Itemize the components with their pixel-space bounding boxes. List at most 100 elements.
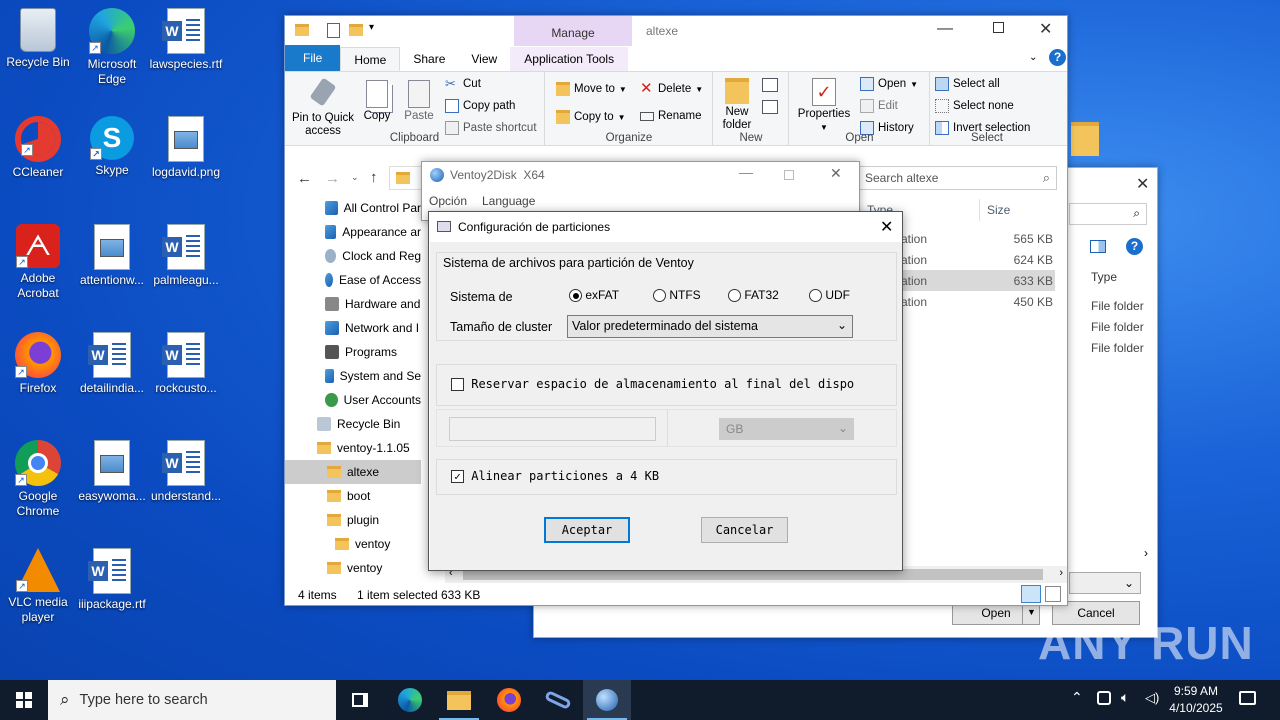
- taskbar-app[interactable]: [534, 680, 582, 720]
- address-bar[interactable]: [389, 166, 423, 190]
- radio-exfat[interactable]: exFAT: [569, 288, 619, 303]
- tab-application-tools[interactable]: Application Tools: [510, 47, 629, 71]
- delete-button[interactable]: ✕ Delete ▼: [640, 81, 703, 96]
- large-icons-view-button[interactable]: [1045, 586, 1061, 602]
- cancel-button[interactable]: Cancelar: [701, 517, 788, 543]
- new-folder-qa-icon[interactable]: [349, 24, 363, 36]
- copy-to-button[interactable]: Copy to ▼: [556, 110, 626, 124]
- nav-item-programs[interactable]: Programs: [285, 340, 421, 364]
- desktop-icon-firefox[interactable]: ↗ Firefox: [0, 332, 76, 396]
- desktop-icon-easywoma[interactable]: easywoma...: [74, 440, 150, 504]
- nav-item-ventoy[interactable]: ventoy: [285, 556, 421, 580]
- desktop-icon-adobe-acrobat[interactable]: ᗅ ↗ Adobe Acrobat: [0, 224, 76, 301]
- desktop-icon-palmleagu[interactable]: W palmleagu...: [148, 224, 224, 288]
- scroll-right-arrow[interactable]: ›: [1059, 567, 1063, 579]
- radio-fat32[interactable]: FAT32: [728, 288, 779, 303]
- clock-time[interactable]: 9:59 AM: [1169, 684, 1223, 698]
- desktop-icon-understand[interactable]: W understand...: [148, 440, 224, 504]
- nav-item-network[interactable]: Network and I: [285, 316, 421, 340]
- help-icon[interactable]: ?: [1126, 238, 1143, 255]
- radio-udf[interactable]: UDF: [809, 288, 850, 303]
- nav-item-hardware[interactable]: Hardware and: [285, 292, 421, 316]
- reserve-unit-select[interactable]: GB ⌄: [719, 418, 854, 440]
- bg-dialog-close-button[interactable]: ✕: [1136, 174, 1149, 194]
- speaker-icon[interactable]: 🔈︎: [1121, 689, 1129, 706]
- taskbar-ventoy[interactable]: [583, 680, 631, 720]
- minimize-button[interactable]: —: [937, 20, 953, 38]
- file-type-select[interactable]: ⌄: [1069, 572, 1141, 594]
- tab-view[interactable]: View: [458, 47, 510, 71]
- close-button[interactable]: ✕: [1039, 19, 1052, 39]
- taskbar-file-explorer[interactable]: [435, 680, 483, 720]
- desktop-icon-ccleaner[interactable]: ↗ CCleaner: [0, 116, 76, 180]
- desktop-icon-recycle-bin[interactable]: Recycle Bin: [0, 8, 76, 70]
- desktop-icon-vlc[interactable]: ↗ VLC media player: [0, 548, 76, 625]
- nav-item-recycle-bin[interactable]: Recycle Bin: [285, 412, 421, 436]
- nav-item-ease-of-access[interactable]: Ease of Access: [285, 268, 421, 292]
- show-hidden-icons-button[interactable]: ⌃: [1071, 689, 1083, 706]
- nav-item-ventoy-root[interactable]: ventoy-1.1.05: [285, 436, 421, 460]
- reserve-space-checkbox[interactable]: Reservar espacio de almacenamiento al fi…: [451, 377, 889, 391]
- paste-button[interactable]: Paste: [401, 80, 437, 123]
- nav-item-altexe[interactable]: altexe: [285, 460, 421, 484]
- reserve-size-input[interactable]: [449, 417, 656, 441]
- taskbar-edge[interactable]: [386, 680, 434, 720]
- customize-qa-icon[interactable]: ▾: [369, 22, 374, 33]
- easy-access-icon[interactable]: [762, 100, 778, 114]
- desktop-icon-skype[interactable]: S ↗ Skype: [74, 116, 150, 178]
- properties-qa-icon[interactable]: [327, 23, 340, 38]
- desktop-folder-icon[interactable]: [1071, 122, 1099, 156]
- preview-pane-icon[interactable]: [1090, 240, 1106, 253]
- align-4kb-checkbox[interactable]: ✓ Alinear particiones a 4 KB: [451, 469, 659, 483]
- radio-ntfs[interactable]: NTFS: [653, 288, 701, 303]
- edit-button[interactable]: Edit: [860, 99, 898, 113]
- open-button[interactable]: Open ▼: [860, 77, 918, 91]
- nav-item-plugin[interactable]: plugin: [285, 508, 421, 532]
- cut-button[interactable]: ✂ Cut: [445, 77, 481, 91]
- search-box[interactable]: Search altexe ⌕: [859, 166, 1057, 190]
- task-view-button[interactable]: [336, 680, 384, 720]
- menu-language[interactable]: Language: [482, 194, 535, 208]
- cluster-size-select[interactable]: Valor predeterminado del sistema ⌄: [567, 315, 853, 338]
- clock-date[interactable]: 4/10/2025: [1165, 701, 1227, 715]
- dialog-close-button[interactable]: ✕: [880, 217, 893, 237]
- back-button[interactable]: ←: [297, 170, 312, 187]
- column-header-size[interactable]: Size: [987, 203, 1010, 217]
- desktop-icon-rockcusto[interactable]: W rockcusto...: [148, 332, 224, 396]
- desktop-icon-iiipackage[interactable]: W iiipackage.rtf: [74, 548, 150, 612]
- help-icon[interactable]: ?: [1049, 49, 1066, 66]
- bg-column-type[interactable]: Type: [1091, 270, 1117, 284]
- volume-icon[interactable]: ◁): [1145, 690, 1159, 706]
- copy-path-button[interactable]: Copy path: [445, 99, 515, 113]
- maximize-button[interactable]: [993, 22, 1004, 33]
- nav-item-user-accounts[interactable]: User Accounts: [285, 388, 421, 412]
- nav-item-boot[interactable]: boot: [285, 484, 421, 508]
- desktop-icon-google-chrome[interactable]: ↗ Google Chrome: [0, 440, 76, 519]
- network-icon[interactable]: [1097, 691, 1111, 705]
- ventoy-minimize-button[interactable]: —: [739, 164, 753, 180]
- desktop-icon-detailindia[interactable]: W detailindia...: [74, 332, 150, 396]
- menu-opcion[interactable]: Opción: [429, 194, 467, 208]
- start-button[interactable]: [0, 680, 48, 720]
- taskbar-search-box[interactable]: ⌕ Type here to search: [48, 680, 336, 720]
- accept-button[interactable]: Aceptar: [544, 517, 630, 543]
- rename-button[interactable]: Rename: [640, 110, 701, 122]
- ventoy-maximize-button[interactable]: [784, 170, 794, 180]
- new-folder-button[interactable]: New folder: [716, 78, 758, 132]
- bg-dialog-search-box[interactable]: ⌕: [1069, 203, 1147, 225]
- tab-file[interactable]: File: [285, 45, 341, 71]
- nav-item-plugin-ventoy[interactable]: ventoy: [285, 532, 421, 556]
- notifications-icon[interactable]: [1239, 691, 1256, 705]
- details-view-button[interactable]: [1021, 585, 1041, 603]
- tab-share[interactable]: Share: [400, 47, 458, 71]
- pin-to-quick-access-button[interactable]: Pin to Quick access: [289, 77, 357, 138]
- nav-item-system-security[interactable]: System and Se: [285, 364, 421, 388]
- properties-button[interactable]: ✓ Properties ▼: [794, 78, 854, 134]
- recent-locations-button[interactable]: ⌄: [351, 172, 359, 183]
- desktop-icon-attentionw[interactable]: attentionw...: [74, 224, 150, 288]
- move-to-button[interactable]: Move to ▼: [556, 82, 627, 96]
- copy-button[interactable]: Copy: [359, 80, 395, 123]
- desktop-icon-logdavid[interactable]: logdavid.png: [148, 116, 224, 180]
- taskbar-firefox[interactable]: [485, 680, 533, 720]
- up-button[interactable]: ↑: [370, 169, 378, 186]
